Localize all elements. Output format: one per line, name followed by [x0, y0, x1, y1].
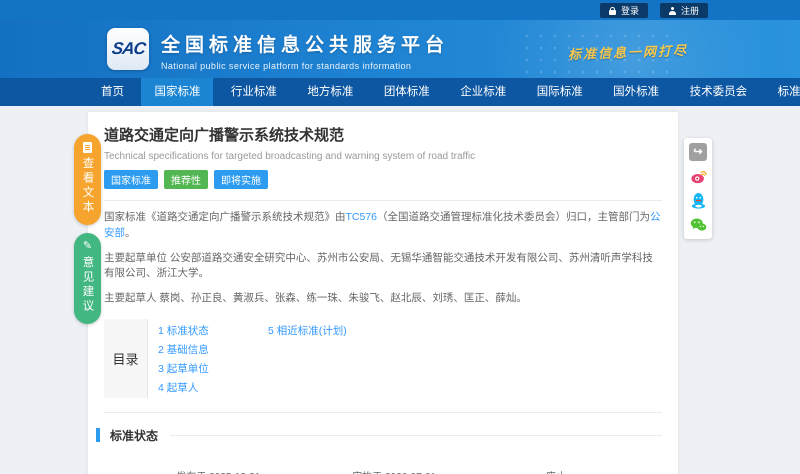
nav-item-local-standards[interactable]: 地方标准 — [294, 78, 366, 106]
toc-link-basic-info[interactable]: 2 基础信息 — [158, 341, 268, 360]
standard-tags: 国家标准 推荐性 即将实施 — [104, 170, 662, 189]
status-section-header: 标准状态 — [96, 427, 662, 444]
site-subtitle: National public service platform for sta… — [161, 61, 412, 71]
nav-item-national-standards[interactable]: 国家标准 — [141, 78, 214, 106]
feedback-label: 意见建议 — [81, 256, 94, 314]
tag-national-standard: 国家标准 — [104, 170, 158, 189]
section-rule — [170, 434, 662, 436]
topbar-buttons: 登录 注册 — [599, 3, 708, 18]
user-icon — [668, 6, 676, 15]
divider — [104, 200, 662, 201]
section-accent-bar — [96, 428, 100, 443]
nav-item-group-standards[interactable]: 团体标准 — [371, 78, 443, 106]
toc-link-status[interactable]: 1 标准状态 — [158, 322, 268, 341]
nav-item-industry-standards[interactable]: 行业标准 — [218, 78, 290, 106]
side-buttons: 查看文本 ✎ 意见建议 — [74, 134, 101, 324]
login-label: 登录 — [620, 6, 639, 16]
nav-item-technical-committees[interactable]: 技术委员会 — [677, 78, 761, 106]
nav-item-foreign-standards[interactable]: 国外标准 — [600, 78, 672, 106]
site-header: SAC 全国标准信息公共服务平台 National public service… — [0, 20, 800, 78]
page: 登录 注册 SAC 全国标准信息公共服务平台 National public s… — [0, 0, 800, 474]
timeline-step-published: 发布于 2025-12-31 — [176, 468, 260, 474]
nav-item-standardization-talent[interactable]: 标准化人才 — [765, 78, 800, 106]
login-button[interactable]: 登录 — [599, 3, 648, 18]
timeline-step-abolished: 废止 — [546, 468, 566, 474]
standard-title-en: Technical specifications for targeted br… — [104, 151, 476, 162]
view-text-button[interactable]: 查看文本 — [74, 134, 101, 225]
sac-logo-text: SAC — [110, 39, 146, 58]
drafters-paragraph: 主要起草人 蔡岗、孙正良、黄淑兵、张森、练一珠、朱骏飞、赵北辰、刘琇、匡正、薛灿… — [104, 292, 527, 304]
view-text-label: 查看文本 — [81, 157, 94, 215]
site-title: 全国标准信息公共服务平台 — [161, 35, 450, 56]
standard-detail-card: 道路交通定向广播警示系统技术规范 Technical specification… — [88, 112, 678, 474]
toc-label-cell: 目录 — [104, 318, 148, 398]
table-of-contents: 目录 1 标准状态 2 基础信息 3 起草单位 4 起草人 5 相近标准(计划) — [104, 318, 662, 413]
tc576-link[interactable]: TC576 — [346, 211, 378, 223]
toc-links: 1 标准状态 2 基础信息 3 起草单位 4 起草人 5 相近标准(计划) — [148, 319, 347, 398]
sac-logo[interactable]: SAC — [107, 28, 149, 70]
toc-link-drafters[interactable]: 4 起草人 — [158, 379, 268, 398]
share-panel: ↪ — [684, 138, 712, 239]
status-timeline: 发布于 2025-12-31 实施于 2026-07-01 废止 — [104, 458, 662, 474]
timeline-label-implemented: 实施于 2026-07-01 — [352, 468, 436, 474]
timeline-step-implemented: 实施于 2026-07-01 — [352, 468, 436, 474]
tag-upcoming: 即将实施 — [214, 170, 268, 189]
site-titles: 全国标准信息公共服务平台 National public service pla… — [161, 30, 449, 71]
topbar: 登录 注册 — [0, 0, 800, 20]
share-icon[interactable]: ↪ — [689, 143, 707, 161]
standard-title-cn: 道路交通定向广播警示系统技术规范 — [104, 127, 345, 144]
nav-item-enterprise-standards[interactable]: 企业标准 — [447, 78, 519, 106]
nav-item-international-standards[interactable]: 国际标准 — [524, 78, 596, 106]
toc-label: 目录 — [112, 351, 139, 367]
timeline-label-abolished: 废止 — [546, 468, 566, 474]
drafting-units-paragraph: 主要起草单位 公安部道路交通安全研究中心、苏州市公安局、无锡华通智能交通技术开发… — [104, 251, 653, 280]
main-nav: 首页 国家标准 行业标准 地方标准 团体标准 企业标准 国际标准 国外标准 技术… — [0, 78, 800, 106]
register-button[interactable]: 注册 — [659, 3, 708, 18]
main-content: 道路交通定向广播警示系统技术规范 Technical specification… — [0, 106, 800, 474]
document-icon — [83, 142, 92, 153]
register-label: 注册 — [680, 6, 699, 16]
standard-intro-paragraph: 国家标准《道路交通定向广播警示系统技术规范》由TC576（全国道路交通管理标准化… — [104, 210, 662, 242]
toc-link-drafting-units[interactable]: 3 起草单位 — [158, 360, 268, 379]
qq-icon[interactable] — [689, 191, 707, 209]
nav-item-home[interactable]: 首页 — [88, 78, 137, 106]
timeline-label-published: 发布于 2025-12-31 — [176, 468, 260, 474]
intro-text-3: 。 — [125, 226, 136, 239]
wechat-icon[interactable] — [689, 215, 707, 233]
header-slogan: 标准信息一网打尽 — [567, 43, 689, 64]
tag-recommended: 推荐性 — [164, 170, 208, 189]
weibo-icon[interactable] — [689, 167, 707, 185]
status-section-title: 标准状态 — [110, 428, 159, 443]
intro-text-2: （全国道路交通管理标准化技术委员会）归口，主管部门为 — [377, 211, 651, 223]
feedback-button[interactable]: ✎ 意见建议 — [74, 233, 101, 324]
edit-icon: ✎ — [82, 240, 93, 252]
lock-icon — [608, 6, 616, 15]
toc-link-related-standards[interactable]: 5 相近标准(计划) — [268, 322, 347, 341]
intro-text-1: 国家标准《道路交通定向广播警示系统技术规范》由 — [104, 211, 346, 223]
